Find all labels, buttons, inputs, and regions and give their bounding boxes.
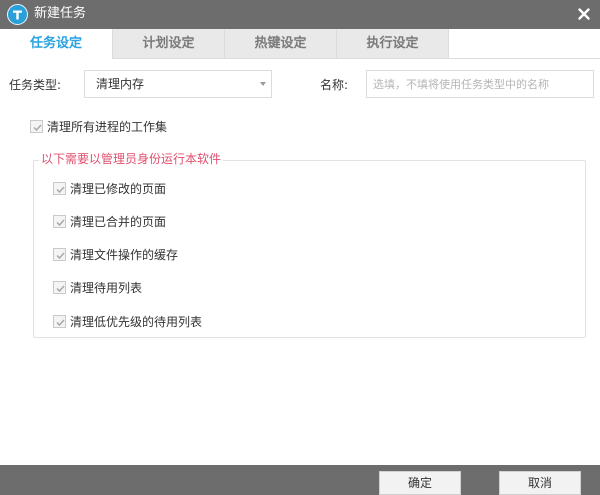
- tab-hotkey-settings[interactable]: 热键设定: [224, 29, 336, 59]
- close-button[interactable]: [575, 5, 593, 23]
- checkbox-box[interactable]: [53, 315, 66, 328]
- checkbox-box[interactable]: [53, 281, 66, 294]
- check-icon: [56, 252, 65, 260]
- check-icon: [56, 186, 65, 194]
- checkbox-box[interactable]: [53, 182, 66, 195]
- title-bar[interactable]: 新建任务: [0, 0, 600, 29]
- checkbox-label: 清理待用列表: [70, 281, 143, 295]
- checkbox-label: 清理已合并的页面: [70, 215, 167, 229]
- tab-task-settings[interactable]: 任务设定: [0, 29, 112, 59]
- checkbox-label: 清理文件操作的缓存: [70, 248, 179, 262]
- tab-bar: 任务设定 计划设定 热键设定 执行设定: [0, 29, 600, 59]
- tab-schedule-settings[interactable]: 计划设定: [112, 29, 224, 59]
- confirm-button[interactable]: 确定: [379, 471, 461, 495]
- checkbox-label: 清理所有进程的工作集: [47, 120, 168, 134]
- name-label: 名称:: [320, 78, 349, 92]
- admin-group-title: 以下需要以管理员身份运行本软件: [39, 152, 224, 166]
- name-input[interactable]: [366, 70, 594, 98]
- check-icon: [56, 219, 65, 227]
- check-icon: [33, 124, 42, 132]
- checkbox-label: 清理已修改的页面: [70, 182, 167, 196]
- new-task-dialog: 新建任务 任务设定 计划设定 热键设定 执行设定 任务类型: 清理内存 名称: …: [0, 0, 600, 495]
- checkbox-box[interactable]: [53, 215, 66, 228]
- tab-execution-settings[interactable]: 执行设定: [336, 29, 448, 59]
- close-icon: [578, 8, 590, 20]
- task-type-label: 任务类型:: [9, 78, 62, 92]
- window-title: 新建任务: [34, 6, 87, 21]
- checkbox-label: 清理低优先级的待用列表: [70, 315, 203, 329]
- task-type-select[interactable]: 清理内存: [84, 70, 272, 98]
- app-logo-icon: [7, 4, 28, 25]
- dropdown-arrow-icon: [260, 81, 266, 87]
- tab-bar-filler: [448, 29, 600, 59]
- checkbox-box[interactable]: [30, 120, 43, 133]
- cancel-button[interactable]: 取消: [499, 471, 581, 495]
- check-icon: [56, 319, 65, 327]
- checkbox-box[interactable]: [53, 248, 66, 261]
- check-icon: [56, 285, 65, 293]
- task-type-value: 清理内存: [96, 77, 145, 91]
